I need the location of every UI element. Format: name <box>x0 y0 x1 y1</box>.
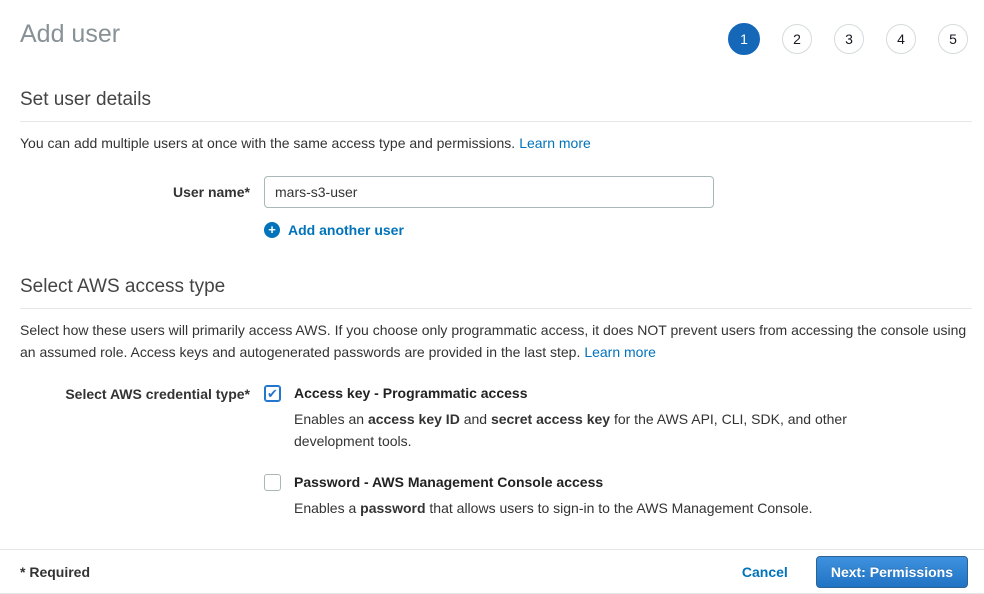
learn-more-link-access-type[interactable]: Learn more <box>584 344 656 360</box>
footer-actions: Cancel Next: Permissions <box>742 556 968 588</box>
learn-more-link-user-details[interactable]: Learn more <box>519 135 591 151</box>
step-5: 5 <box>938 24 968 54</box>
access-key-title: Access key - Programmatic access <box>294 385 854 401</box>
username-label: User name* <box>20 176 250 200</box>
credential-options: ✔ Access key - Programmatic access Enabl… <box>264 385 854 519</box>
step-3: 3 <box>834 24 864 54</box>
step-4: 4 <box>886 24 916 54</box>
option-access-key: ✔ Access key - Programmatic access Enabl… <box>264 385 854 452</box>
password-texts: Password - AWS Management Console access… <box>294 474 813 519</box>
username-input[interactable] <box>264 176 714 208</box>
user-details-intro-text: You can add multiple users at once with … <box>20 135 515 151</box>
password-checkbox[interactable]: ✔ <box>264 474 281 491</box>
user-details-intro: You can add multiple users at once with … <box>20 132 972 154</box>
username-row: User name* + Add another user <box>20 176 972 238</box>
section-user-details: Set user details You can add multiple us… <box>0 89 984 238</box>
step-1: 1 <box>728 23 760 55</box>
password-description: Enables a password that allows users to … <box>294 497 813 519</box>
cancel-button[interactable]: Cancel <box>742 564 788 580</box>
step-indicator: 1 2 3 4 5 <box>728 23 968 55</box>
credential-type-label: Select AWS credential type* <box>20 385 250 402</box>
page-title: Add user <box>20 18 120 50</box>
option-password: ✔ Password - AWS Management Console acce… <box>264 474 854 519</box>
username-field-col: + Add another user <box>264 176 714 238</box>
section-heading-access-type: Select AWS access type <box>20 276 972 309</box>
section-access-type: Select AWS access type Select how these … <box>0 276 984 519</box>
access-type-intro-text: Select how these users will primarily ac… <box>20 322 966 360</box>
credential-type-row: Select AWS credential type* ✔ Access key… <box>20 385 972 519</box>
access-key-checkbox[interactable]: ✔ <box>264 385 281 402</box>
add-another-user-button[interactable]: + Add another user <box>264 222 714 238</box>
add-another-user-label[interactable]: Add another user <box>288 222 404 238</box>
access-key-description: Enables an access key ID and secret acce… <box>294 408 854 452</box>
password-title: Password - AWS Management Console access <box>294 474 813 490</box>
required-note: * Required <box>20 564 90 580</box>
plus-circle-icon[interactable]: + <box>264 222 280 238</box>
access-type-intro: Select how these users will primarily ac… <box>20 319 972 363</box>
next-permissions-button[interactable]: Next: Permissions <box>816 556 968 588</box>
step-2: 2 <box>782 24 812 54</box>
section-heading-user-details: Set user details <box>20 89 972 122</box>
access-key-texts: Access key - Programmatic access Enables… <box>294 385 854 452</box>
wizard-header: Add user 1 2 3 4 5 <box>0 0 984 55</box>
add-user-wizard: Add user 1 2 3 4 5 Set user details You … <box>0 0 984 594</box>
